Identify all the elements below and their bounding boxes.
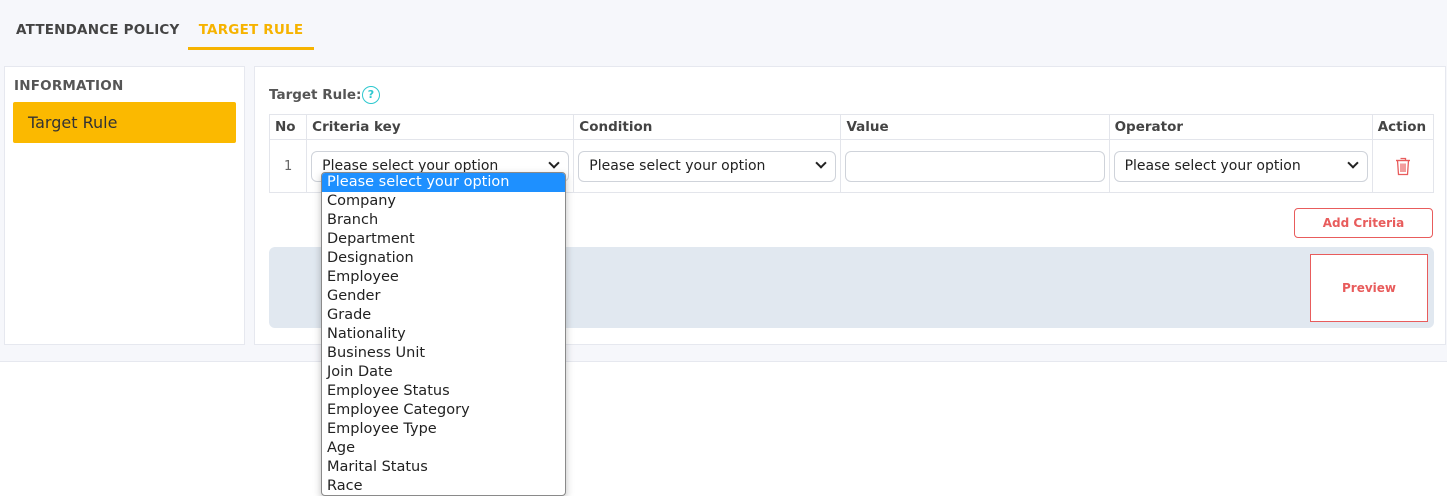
dropdown-option[interactable]: Age [322, 439, 565, 458]
dropdown-option[interactable]: Employee Category [322, 401, 565, 420]
target-rule-title: Target Rule: [269, 87, 362, 103]
dropdown-option[interactable]: Company [322, 192, 565, 211]
trash-icon[interactable] [1395, 157, 1411, 176]
header-operator: Operator [1108, 114, 1373, 140]
preview-button[interactable]: Preview [1310, 254, 1428, 322]
header-no: No [268, 114, 308, 140]
row-number: 1 [268, 139, 308, 193]
tab-attendance-policy[interactable]: ATTENDANCE POLICY [16, 10, 180, 50]
condition-value: Please select your option [589, 157, 766, 174]
operator-value: Please select your option [1124, 157, 1301, 174]
dropdown-option[interactable]: Branch [322, 211, 565, 230]
dropdown-option[interactable]: Employee [322, 268, 565, 287]
value-input[interactable] [845, 150, 1105, 182]
dropdown-option[interactable]: Please select your option [322, 173, 565, 192]
dropdown-option[interactable]: Business Unit [322, 344, 565, 363]
dropdown-option[interactable]: Employee Status [322, 382, 565, 401]
operator-select[interactable]: Please select your option [1113, 150, 1368, 182]
dropdown-option[interactable]: Race [322, 477, 565, 495]
tab-bar: ATTENDANCE POLICY TARGET RULE [0, 0, 1447, 50]
dropdown-option[interactable]: Join Date [322, 363, 565, 382]
add-criteria-button[interactable]: Add Criteria [1294, 208, 1433, 238]
condition-cell: Please select your option [573, 139, 842, 193]
dropdown-option[interactable]: Nationality [322, 325, 565, 344]
dropdown-option[interactable]: Marital Status [322, 458, 565, 477]
sidebar-item-target-rule[interactable]: Target Rule [13, 102, 236, 143]
header-value: Value [840, 114, 1110, 140]
header-action: Action [1371, 114, 1435, 140]
condition-select[interactable]: Please select your option [578, 150, 837, 182]
header-condition: Condition [573, 114, 842, 140]
question-circle-icon[interactable]: ? [362, 86, 380, 104]
table-header-row: No Criteria key Condition Value Operator… [268, 114, 1435, 140]
action-cell [1371, 139, 1435, 193]
dropdown-option[interactable]: Grade [322, 306, 565, 325]
header-criteria-key: Criteria key [306, 114, 575, 140]
dropdown-option[interactable]: Employee Type [322, 420, 565, 439]
dropdown-option[interactable]: Designation [322, 249, 565, 268]
dropdown-option[interactable]: Gender [322, 287, 565, 306]
chevron-down-icon [1347, 156, 1359, 169]
chevron-down-icon [548, 156, 560, 169]
dropdown-option[interactable]: Department [322, 230, 565, 249]
information-heading: INFORMATION [14, 78, 124, 94]
operator-cell: Please select your option [1108, 139, 1373, 193]
information-panel: INFORMATION Target Rule [4, 66, 245, 345]
chevron-down-icon [815, 156, 828, 169]
tab-target-rule[interactable]: TARGET RULE [188, 10, 314, 50]
criteria-key-dropdown-list[interactable]: Please select your option Company Branch… [321, 172, 566, 496]
value-cell [840, 139, 1110, 193]
